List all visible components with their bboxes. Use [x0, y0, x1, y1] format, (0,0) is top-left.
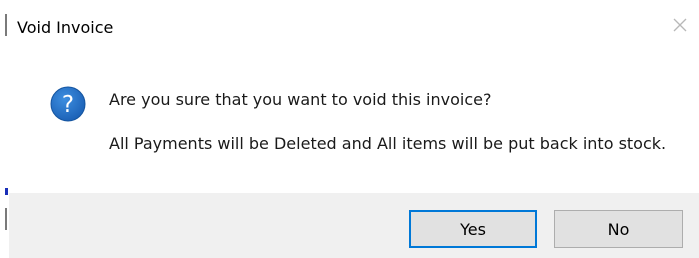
- message-area: [0, 60, 699, 188]
- close-button[interactable]: [669, 14, 691, 36]
- void-invoice-dialog: Void Invoice ? Are you sure that you wan…: [0, 0, 699, 258]
- edge-mark: [5, 14, 7, 36]
- question-text: Are you sure that you want to void this …: [109, 90, 492, 109]
- no-button[interactable]: No: [554, 210, 683, 248]
- detail-text: All Payments will be Deleted and All ite…: [109, 134, 667, 153]
- question-icon: ?: [50, 86, 86, 126]
- dialog-title: Void Invoice: [17, 18, 114, 37]
- svg-text:?: ?: [62, 92, 74, 118]
- close-icon: [673, 18, 687, 32]
- yes-button[interactable]: Yes: [409, 210, 537, 248]
- edge-mark: [5, 208, 7, 230]
